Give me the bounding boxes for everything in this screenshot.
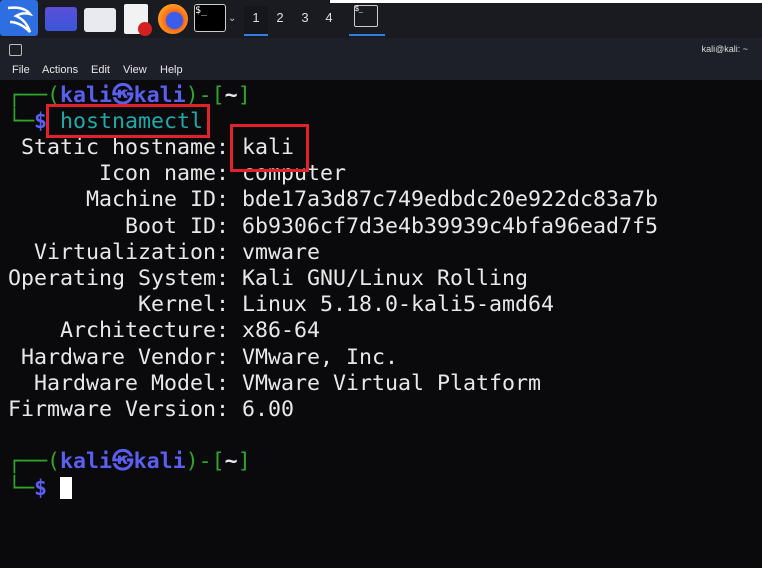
field-label: Machine ID: bbox=[8, 187, 230, 213]
input-line[interactable]: └─$ bbox=[8, 476, 73, 502]
field-label: Kernel: bbox=[8, 292, 230, 318]
window-titlebar: kali@kali: ~ bbox=[0, 38, 762, 62]
field-label: Architecture: bbox=[8, 318, 230, 344]
output-line: Kernel: Linux 5.18.0-kali5-amd64 bbox=[8, 292, 554, 318]
field-value: vmware bbox=[242, 239, 321, 265]
terminal-icon bbox=[9, 44, 22, 56]
workspace-2[interactable]: 2 bbox=[268, 6, 292, 34]
terminal-area[interactable]: ┌──(kali㉿kali)-[~] └─$ hostnamectl Stati… bbox=[0, 80, 762, 568]
output-line: Architecture: x86-64 bbox=[8, 318, 320, 344]
field-value: x86-64 bbox=[242, 318, 321, 344]
field-label: Virtualization: bbox=[8, 239, 230, 265]
terminal-icon[interactable]: $_ bbox=[194, 4, 226, 32]
output-line: Machine ID: bde17a3d87c749edbdc20e922dc8… bbox=[8, 187, 658, 213]
field-label: Static hostname: bbox=[8, 135, 230, 160]
field-label: Operating System: bbox=[8, 266, 230, 291]
window-title: kali@kali: ~ bbox=[701, 44, 748, 54]
field-label: Firmware Version: bbox=[8, 397, 230, 422]
menu-view[interactable]: View bbox=[123, 64, 147, 76]
field-value: Linux 5.18.0-kali5-amd64 bbox=[242, 292, 555, 318]
taskbar: $_ ⌄ 1 2 3 4 $_ bbox=[0, 0, 762, 38]
output-line: Hardware Model: VMware Virtual Platform bbox=[8, 371, 541, 397]
firefox-icon[interactable] bbox=[158, 4, 188, 34]
terminal-icon: $_ bbox=[354, 5, 378, 27]
field-value: VMware, Inc. bbox=[242, 344, 399, 370]
field-label: Icon name: bbox=[8, 161, 230, 187]
menu-help[interactable]: Help bbox=[160, 64, 183, 76]
highlight-box-hostname bbox=[230, 124, 309, 172]
field-value: Kali GNU/Linux Rolling bbox=[242, 266, 529, 291]
text-cursor bbox=[60, 477, 73, 499]
output-line: Hardware Vendor: VMware, Inc. bbox=[8, 345, 398, 371]
field-label: Hardware Vendor: bbox=[8, 344, 230, 370]
chevron-down-icon[interactable]: ⌄ bbox=[228, 4, 238, 34]
text-editor-icon[interactable] bbox=[124, 4, 152, 36]
field-value: VMware Virtual Platform bbox=[242, 370, 542, 396]
field-value: bde17a3d87c749edbdc20e922dc83a7b bbox=[242, 187, 659, 213]
menu-edit[interactable]: Edit bbox=[91, 64, 110, 76]
workspace-4[interactable]: 4 bbox=[317, 6, 341, 34]
field-value: 6b9306cf7d3e4b39939c4bfa96ead7f5 bbox=[242, 213, 659, 239]
output-line: Virtualization: vmware bbox=[8, 240, 320, 266]
menu-bar: File Actions Edit View Help bbox=[0, 62, 762, 80]
kali-menu-icon[interactable] bbox=[0, 0, 38, 36]
file-manager-icon[interactable] bbox=[84, 8, 116, 32]
show-desktop-icon[interactable] bbox=[45, 7, 77, 31]
output-line: Firmware Version: 6.00 bbox=[8, 397, 294, 423]
menu-file[interactable]: File bbox=[12, 64, 30, 76]
window-edge bbox=[330, 0, 762, 3]
menu-actions[interactable]: Actions bbox=[42, 64, 78, 76]
terminal-task-button[interactable]: $_ bbox=[349, 3, 385, 36]
output-line: Boot ID: 6b9306cf7d3e4b39939c4bfa96ead7f… bbox=[8, 214, 658, 240]
prompt-line-2: ┌──(kali㉿kali)-[~] bbox=[8, 449, 251, 474]
workspace-3[interactable]: 3 bbox=[293, 6, 317, 34]
field-value: 6.00 bbox=[242, 397, 295, 422]
highlight-box-command bbox=[46, 104, 210, 138]
field-label: Boot ID: bbox=[8, 213, 230, 239]
field-label: Hardware Model: bbox=[8, 370, 230, 396]
workspace-1[interactable]: 1 bbox=[244, 6, 268, 36]
output-line: Operating System: Kali GNU/Linux Rolling bbox=[8, 266, 528, 292]
